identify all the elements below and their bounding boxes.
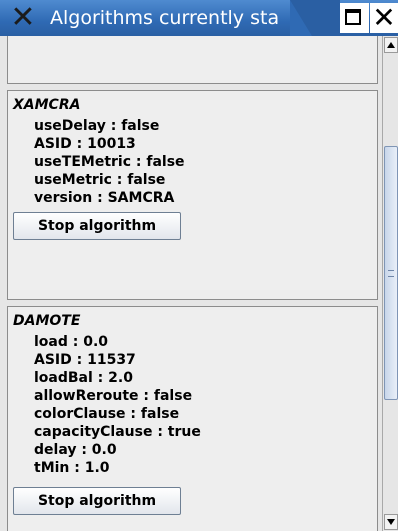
parameter-item: delay : 0.0 [34,442,117,458]
maximize-button[interactable] [340,3,369,33]
algorithm-name: DAMOTE [13,313,81,329]
parameter-item: useTEMetric : false [34,154,185,170]
title-bar-end [290,0,340,36]
parameter-item: ASID : 11537 [34,352,136,368]
parameter-item: colorClause : false [34,406,180,422]
algorithms-window: ✕ Algorithms currently starte ✕ XAMCRA u… [0,0,398,531]
stop-algorithm-button[interactable]: Stop algorithm [13,487,181,515]
scrollbar-thumb[interactable] [384,146,398,400]
parameter-list: useDelay : false ASID : 10013 useTEMetri… [34,117,185,207]
parameter-item: version : SAMCRA [34,190,175,206]
grip-icon [388,270,394,277]
parameter-item: allowReroute : false [34,388,193,404]
parameter-item: capacityClause : true [34,424,201,440]
vertical-scrollbar[interactable] [382,36,398,531]
scroll-up-arrow-icon[interactable] [384,37,398,53]
parameter-item: useMetric : false [34,172,166,188]
close-button[interactable]: ✕ [370,3,398,33]
parameter-item: loadBal : 2.0 [34,370,133,386]
parameter-item: load : 0.0 [34,334,109,350]
algorithm-panel-damote: DAMOTE load : 0.0 ASID : 11537 loadBal :… [7,306,378,531]
algorithm-name: XAMCRA [13,97,81,113]
parameter-list: load : 0.0 ASID : 11537 loadBal : 2.0 al… [34,333,201,477]
x-window-icon[interactable]: ✕ [8,3,38,33]
parameter-item: useDelay : false [34,118,160,134]
algorithm-list: XAMCRA useDelay : false ASID : 10013 use… [0,36,382,531]
previous-algorithm-panel [7,36,378,84]
parameter-item: tMin : 1.0 [34,460,110,476]
algorithm-panel-xamcra: XAMCRA useDelay : false ASID : 10013 use… [7,90,378,300]
scroll-down-arrow-icon[interactable] [384,514,398,530]
stop-algorithm-button[interactable]: Stop algorithm [13,212,181,240]
maximize-icon [345,9,361,25]
title-bar[interactable]: ✕ Algorithms currently starte ✕ [0,0,398,36]
window-title: Algorithms currently starte [50,7,280,29]
parameter-item: ASID : 10013 [34,136,136,152]
